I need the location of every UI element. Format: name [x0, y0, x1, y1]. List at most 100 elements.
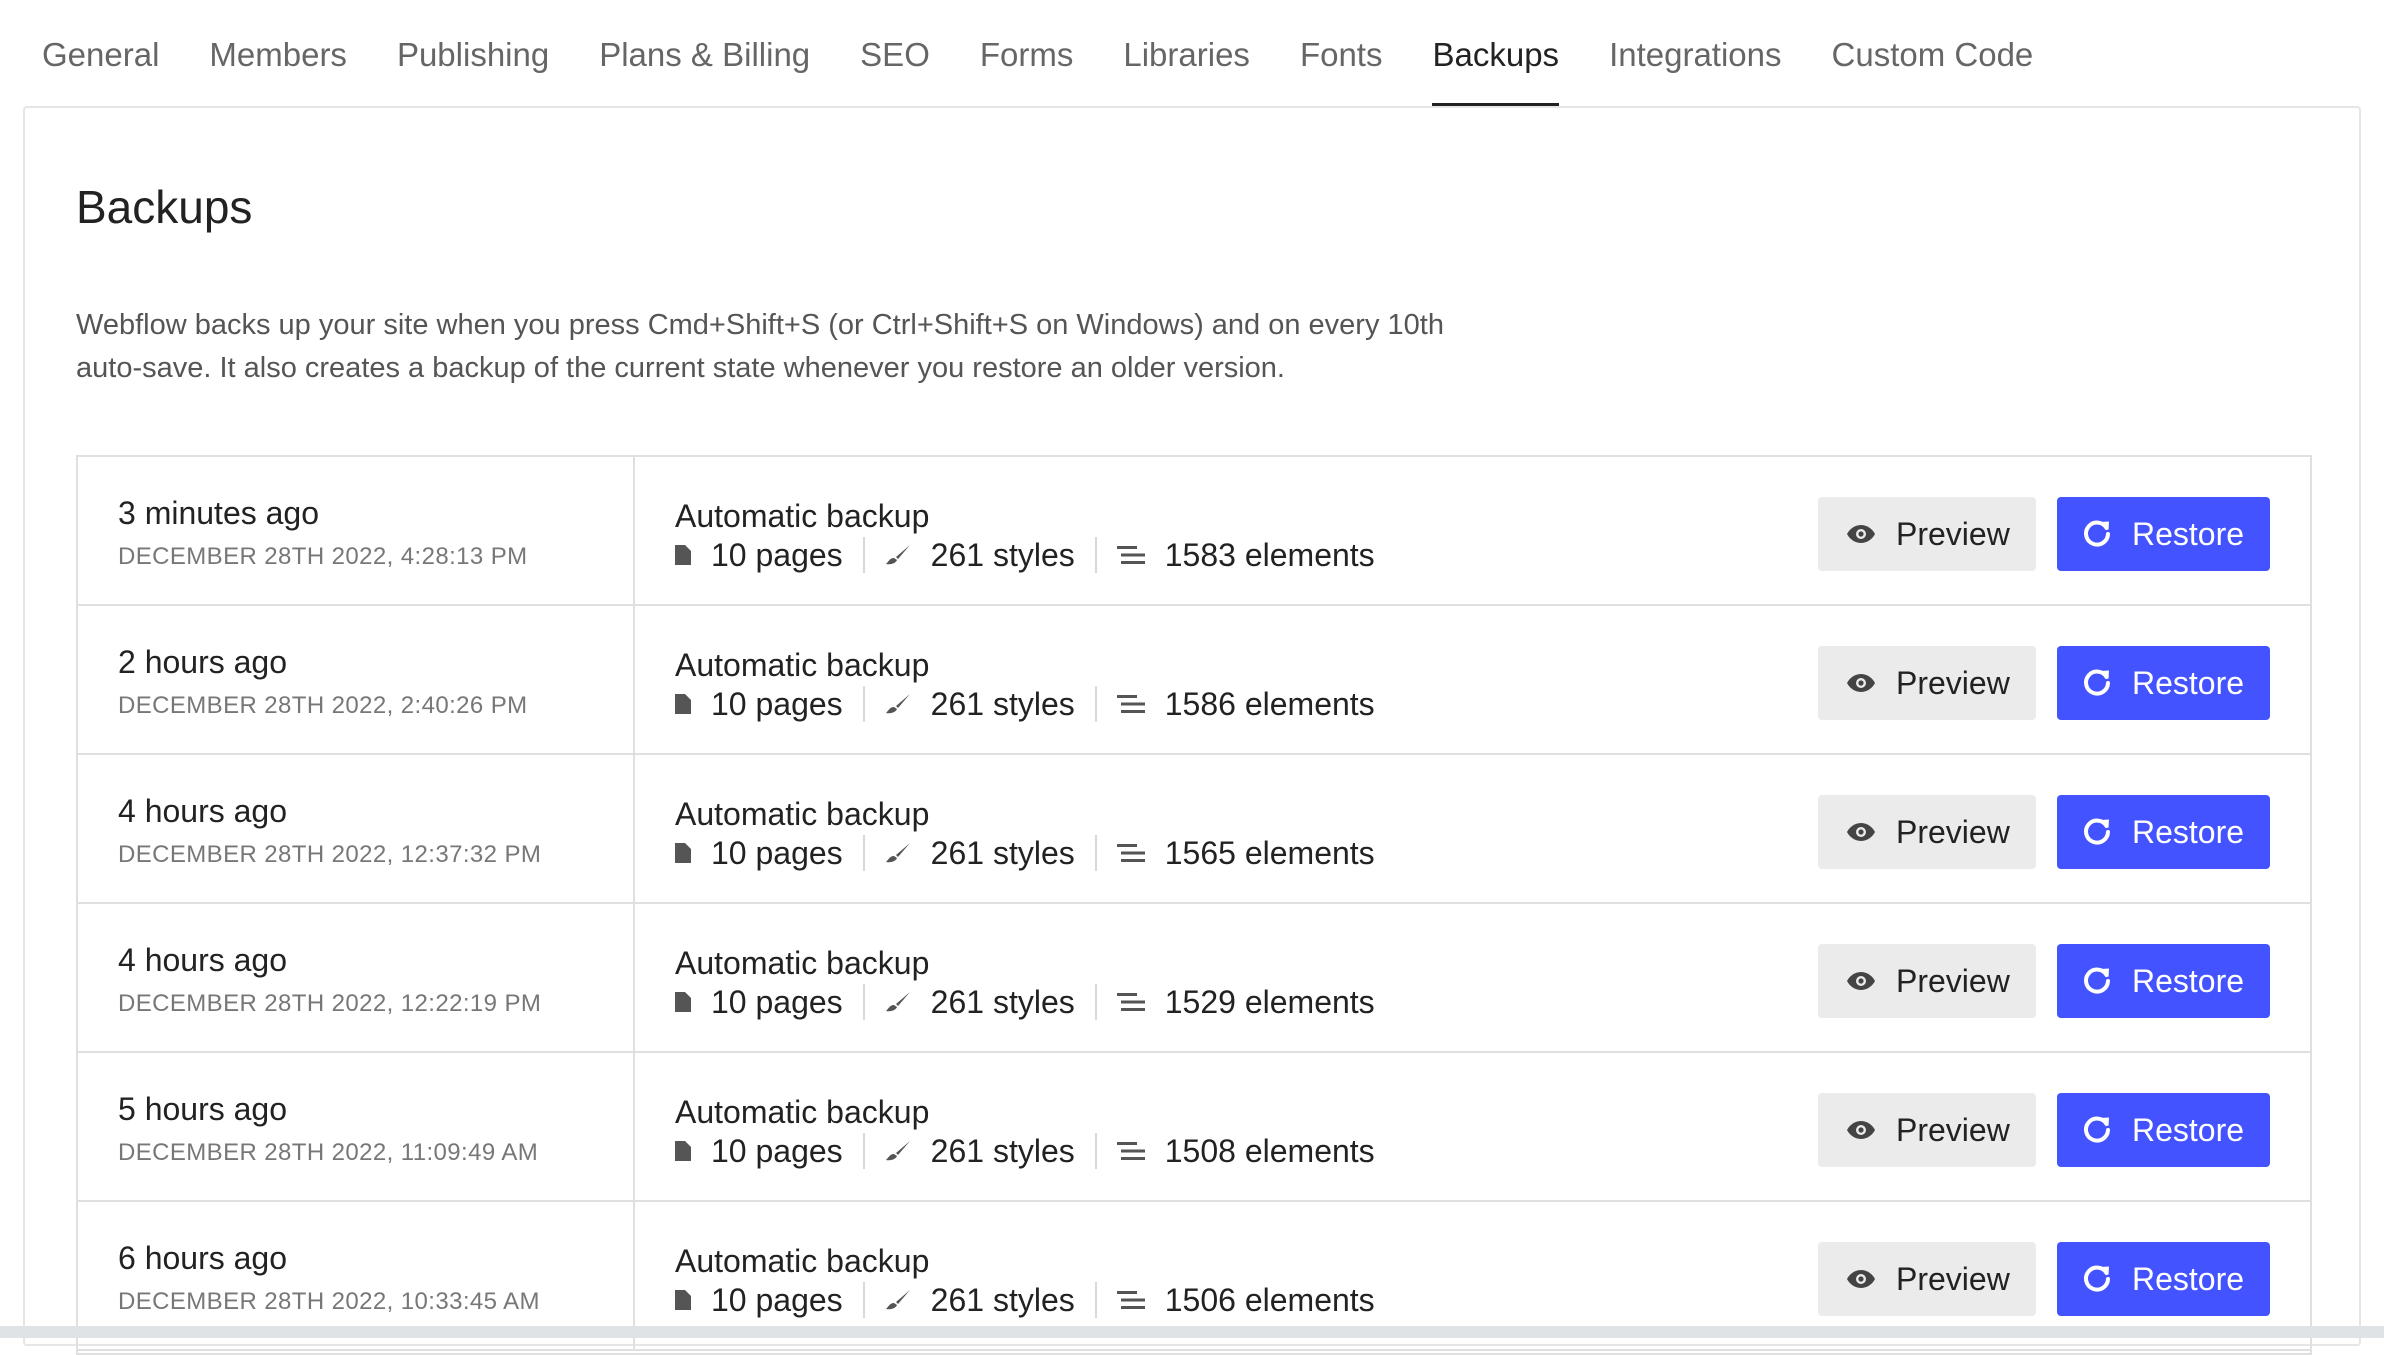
stat-divider: [862, 835, 865, 871]
tab-seo[interactable]: SEO: [860, 0, 930, 107]
styles-count: 261 styles: [930, 835, 1075, 871]
page-icon: [675, 545, 691, 565]
tab-custom-code[interactable]: Custom Code: [1832, 0, 2034, 107]
backup-stats: 10 pages 261 styles 1508 elements: [675, 1131, 1375, 1171]
eye-icon: [1847, 1121, 1875, 1139]
backup-stats: 10 pages 261 styles 1565 elements: [675, 833, 1375, 873]
backups-description: Webflow backs up your site when you pres…: [76, 309, 1444, 384]
stat-divider: [1094, 1133, 1097, 1169]
backup-actions: Preview Restore: [1818, 646, 2270, 720]
settings-tabs: General Members Publishing Plans & Billi…: [0, 0, 2384, 107]
elements-icon: [1116, 546, 1145, 564]
pages-count: 10 pages: [711, 1282, 843, 1318]
eye-icon: [1847, 525, 1875, 543]
backup-timestamp: DECEMBER 28TH 2022, 10:33:45 AM: [118, 1288, 540, 1315]
backup-stats: 10 pages 261 styles 1586 elements: [675, 684, 1375, 724]
restore-icon: [2084, 1116, 2110, 1143]
backup-list: 3 minutes ago DECEMBER 28TH 2022, 4:28:1…: [76, 455, 2312, 1355]
backup-type: Automatic backup: [675, 647, 930, 683]
window-bottom-bar: [0, 1326, 2384, 1338]
backup-timestamp: DECEMBER 28TH 2022, 4:28:13 PM: [118, 543, 528, 570]
brush-icon: [885, 1141, 910, 1161]
styles-stat: 261 styles: [885, 833, 1075, 873]
tab-publishing[interactable]: Publishing: [397, 0, 549, 107]
brush-icon: [885, 843, 910, 863]
brush-icon: [885, 1290, 910, 1310]
eye-icon: [1847, 823, 1875, 841]
backup-relative-time: 4 hours ago: [118, 793, 288, 829]
backup-time-cell: 5 hours ago DECEMBER 28TH 2022, 11:09:49…: [78, 1053, 635, 1200]
restore-button[interactable]: Restore: [2057, 646, 2270, 720]
pages-count: 10 pages: [711, 686, 843, 722]
restore-button[interactable]: Restore: [2057, 944, 2270, 1018]
elements-icon: [1116, 1291, 1145, 1309]
pages-stat: 10 pages: [675, 1280, 843, 1320]
tab-fonts[interactable]: Fonts: [1300, 0, 1383, 107]
styles-stat: 261 styles: [885, 684, 1075, 724]
preview-label: Preview: [1896, 1111, 2010, 1148]
preview-button[interactable]: Preview: [1818, 497, 2036, 571]
stat-divider: [1094, 835, 1097, 871]
restore-button[interactable]: Restore: [2057, 795, 2270, 869]
restore-label: Restore: [2132, 813, 2245, 850]
tab-libraries[interactable]: Libraries: [1123, 0, 1250, 107]
elements-count: 1565 elements: [1164, 835, 1375, 871]
tab-members[interactable]: Members: [209, 0, 347, 107]
page-icon: [675, 992, 691, 1012]
backups-panel: Backups Webflow backs up your site when …: [23, 106, 2361, 1355]
elements-stat: 1506 elements: [1116, 1280, 1375, 1320]
restore-label: Restore: [2132, 1260, 2245, 1297]
backup-row: 4 hours ago DECEMBER 28TH 2022, 12:22:19…: [78, 904, 2310, 1053]
brush-icon: [885, 545, 910, 565]
tab-forms[interactable]: Forms: [980, 0, 1074, 107]
backup-actions: Preview Restore: [1818, 497, 2270, 571]
pages-count: 10 pages: [711, 835, 843, 871]
pages-count: 10 pages: [711, 1133, 843, 1169]
pages-stat: 10 pages: [675, 684, 843, 724]
eye-icon: [1847, 972, 1875, 990]
preview-button[interactable]: Preview: [1818, 944, 2036, 1018]
page-icon: [675, 1141, 691, 1161]
elements-count: 1529 elements: [1164, 984, 1375, 1020]
tab-general[interactable]: General: [42, 0, 159, 107]
styles-stat: 261 styles: [885, 535, 1075, 575]
restore-label: Restore: [2132, 515, 2245, 552]
backup-row: 5 hours ago DECEMBER 28TH 2022, 11:09:49…: [78, 1053, 2310, 1202]
backup-type: Automatic backup: [675, 796, 930, 832]
eye-icon: [1847, 674, 1875, 692]
stat-divider: [862, 686, 865, 722]
backup-relative-time: 6 hours ago: [118, 1240, 288, 1276]
backup-type: Automatic backup: [675, 1094, 930, 1130]
restore-button[interactable]: Restore: [2057, 1242, 2270, 1316]
preview-button[interactable]: Preview: [1818, 1093, 2036, 1167]
elements-count: 1586 elements: [1164, 686, 1375, 722]
pages-stat: 10 pages: [675, 982, 843, 1022]
backup-actions: Preview Restore: [1818, 944, 2270, 1018]
styles-count: 261 styles: [930, 1133, 1075, 1169]
backup-actions: Preview Restore: [1818, 1242, 2270, 1316]
backup-stats: 10 pages 261 styles 1506 elements: [675, 1280, 1375, 1320]
backup-type: Automatic backup: [675, 1243, 930, 1279]
restore-button[interactable]: Restore: [2057, 497, 2270, 571]
brush-icon: [885, 992, 910, 1012]
preview-button[interactable]: Preview: [1818, 795, 2036, 869]
tab-integrations[interactable]: Integrations: [1609, 0, 1781, 107]
tab-plans-billing[interactable]: Plans & Billing: [599, 0, 810, 107]
elements-icon: [1116, 844, 1145, 862]
backup-relative-time: 3 minutes ago: [118, 495, 320, 531]
preview-label: Preview: [1896, 515, 2010, 552]
preview-button[interactable]: Preview: [1818, 1242, 2036, 1316]
elements-stat: 1508 elements: [1116, 1131, 1375, 1171]
stat-divider: [862, 1133, 865, 1169]
backup-time-cell: 2 hours ago DECEMBER 28TH 2022, 2:40:26 …: [78, 606, 635, 753]
preview-button[interactable]: Preview: [1818, 646, 2036, 720]
elements-count: 1506 elements: [1164, 1282, 1375, 1318]
eye-icon: [1847, 1270, 1875, 1288]
stat-divider: [862, 1282, 865, 1318]
elements-stat: 1586 elements: [1116, 684, 1375, 724]
tab-backups[interactable]: Backups: [1432, 0, 1559, 107]
styles-count: 261 styles: [930, 537, 1075, 573]
page-icon: [675, 1290, 691, 1310]
backup-type: Automatic backup: [675, 498, 930, 534]
restore-button[interactable]: Restore: [2057, 1093, 2270, 1167]
